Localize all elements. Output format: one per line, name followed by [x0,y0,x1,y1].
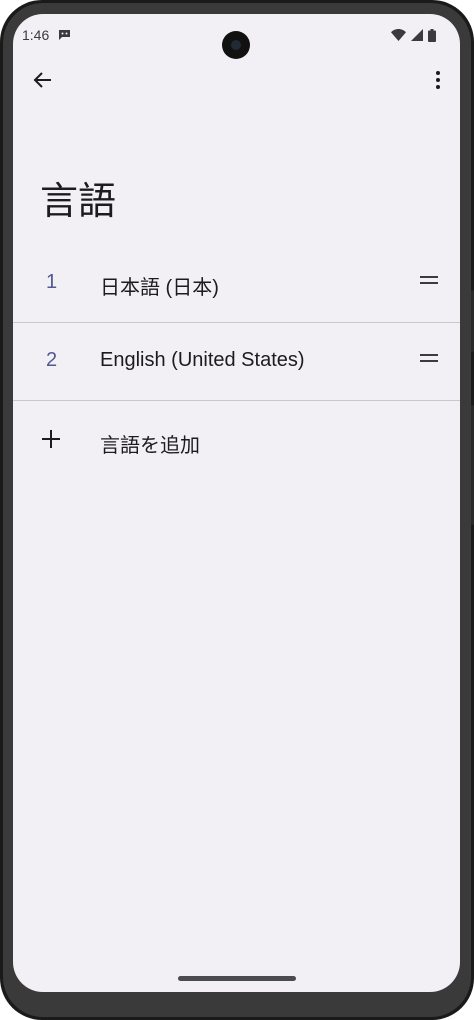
wifi-icon [391,29,406,41]
screen: 1:46 言語 1 日本語 (日本) 2 English (United Sta… [13,14,460,992]
language-label: 日本語 (日本) [100,277,219,299]
language-list: 1 日本語 (日本) 2 English (United States) 言語を… [13,245,460,481]
drag-handle-icon[interactable] [420,352,438,364]
language-item-2[interactable]: 2 English (United States) [13,323,460,401]
chat-notification-icon [59,30,70,40]
drag-handle-icon[interactable] [420,274,438,286]
language-label: English (United States) [100,349,305,371]
more-options-button[interactable] [426,64,450,96]
cell-signal-icon [411,29,423,41]
more-vert-icon [436,71,440,89]
status-bar: 1:46 [13,14,460,59]
language-index: 1 [46,271,58,293]
app-bar [13,56,460,102]
battery-icon [428,28,436,42]
add-language-button[interactable]: 言語を追加 [13,401,460,481]
plus-icon [42,430,60,448]
front-camera [222,31,250,59]
add-language-label: 言語を追加 [100,433,200,457]
status-time: 1:46 [22,27,50,43]
phone-frame: 1:46 言語 1 日本語 (日本) 2 English (United Sta… [0,0,474,1020]
language-item-1[interactable]: 1 日本語 (日本) [13,245,460,323]
back-button[interactable] [27,64,59,96]
home-indicator[interactable] [178,976,296,981]
arrow-back-icon [33,72,51,88]
language-index: 2 [46,349,58,371]
status-icons [391,28,436,42]
page-title: 言語 [40,179,117,223]
